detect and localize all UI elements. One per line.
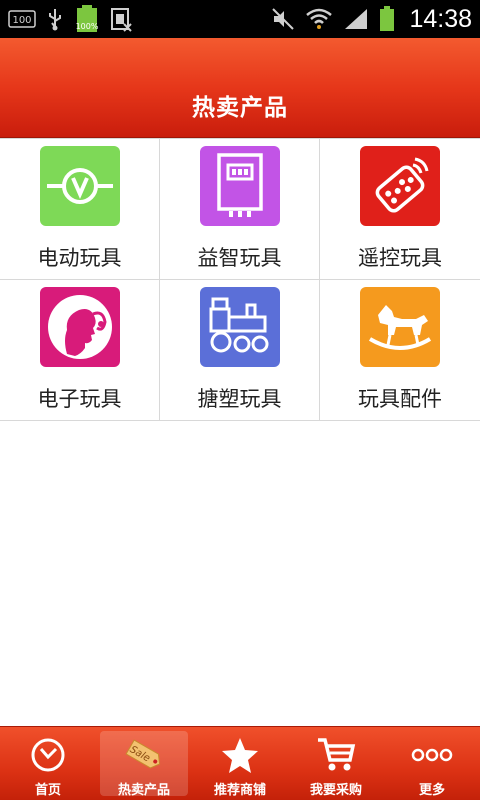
sale-tag-icon: Sale [122, 735, 166, 775]
star-icon [220, 735, 260, 775]
category-item-electric-toys[interactable]: 电动玩具 [0, 139, 160, 280]
nav-item-purchase[interactable]: 我要采购 [288, 727, 384, 800]
nav-item-hot-products[interactable]: Sale 热卖产品 [96, 727, 192, 800]
category-grid: 电动玩具 益智玩具 遥控玩具 电子玩具 搪塑玩具 玩具配件 [0, 138, 480, 421]
nav-label: 推荐商铺 [213, 783, 266, 798]
voltmeter-icon [39, 146, 120, 226]
title-bar: 热卖产品 [0, 38, 480, 138]
girl-silhouette-icon [39, 287, 120, 367]
battery-full-icon: 100% [74, 4, 100, 34]
nav-item-recommended-shops[interactable]: 推荐商铺 [192, 727, 288, 800]
svg-text:100: 100 [12, 15, 31, 26]
rocking-horse-icon [360, 287, 440, 367]
category-label: 搪塑玩具 [197, 387, 282, 411]
category-item-electronic-toys[interactable]: 电子玩具 [0, 280, 160, 421]
toy-train-icon [199, 287, 280, 367]
cart-icon [316, 735, 356, 775]
bottom-nav: 首页 Sale 热卖产品 推荐商铺 我要采购 更多 [0, 726, 480, 800]
category-item-educational-toys[interactable]: 益智玩具 [160, 139, 320, 280]
category-item-rc-toys[interactable]: 遥控玩具 [320, 139, 480, 280]
remote-control-icon [360, 146, 440, 226]
sim-card-icon [110, 6, 132, 32]
signal-icon [343, 7, 369, 31]
svg-text:100%: 100% [76, 22, 99, 31]
status-bar: 100 100% 14:38 [0, 0, 480, 38]
clock-icon [30, 735, 66, 775]
category-label: 电动玩具 [37, 246, 122, 270]
category-label: 益智玩具 [197, 246, 282, 270]
nav-item-home[interactable]: 首页 [0, 727, 96, 800]
nav-label: 热卖产品 [117, 783, 170, 798]
usb-icon [46, 7, 64, 31]
mute-icon [271, 7, 295, 31]
wifi-icon [305, 7, 333, 31]
status-time: 14:38 [409, 4, 472, 33]
nav-item-more[interactable]: 更多 [384, 727, 480, 800]
nav-label: 我要采购 [309, 783, 362, 798]
meter-device-icon [199, 146, 280, 226]
more-dots-icon [410, 735, 454, 775]
category-item-plastic-toys[interactable]: 搪塑玩具 [160, 280, 320, 421]
nav-label: 更多 [418, 783, 445, 798]
notification-badge-icon: 100 [8, 9, 36, 29]
category-label: 电子玩具 [37, 387, 122, 411]
category-item-toy-accessories[interactable]: 玩具配件 [320, 280, 480, 421]
page-title: 热卖产品 [192, 94, 288, 121]
category-label: 玩具配件 [358, 387, 442, 411]
battery-icon [379, 6, 395, 32]
nav-label: 首页 [34, 783, 61, 798]
category-label: 遥控玩具 [358, 246, 442, 270]
